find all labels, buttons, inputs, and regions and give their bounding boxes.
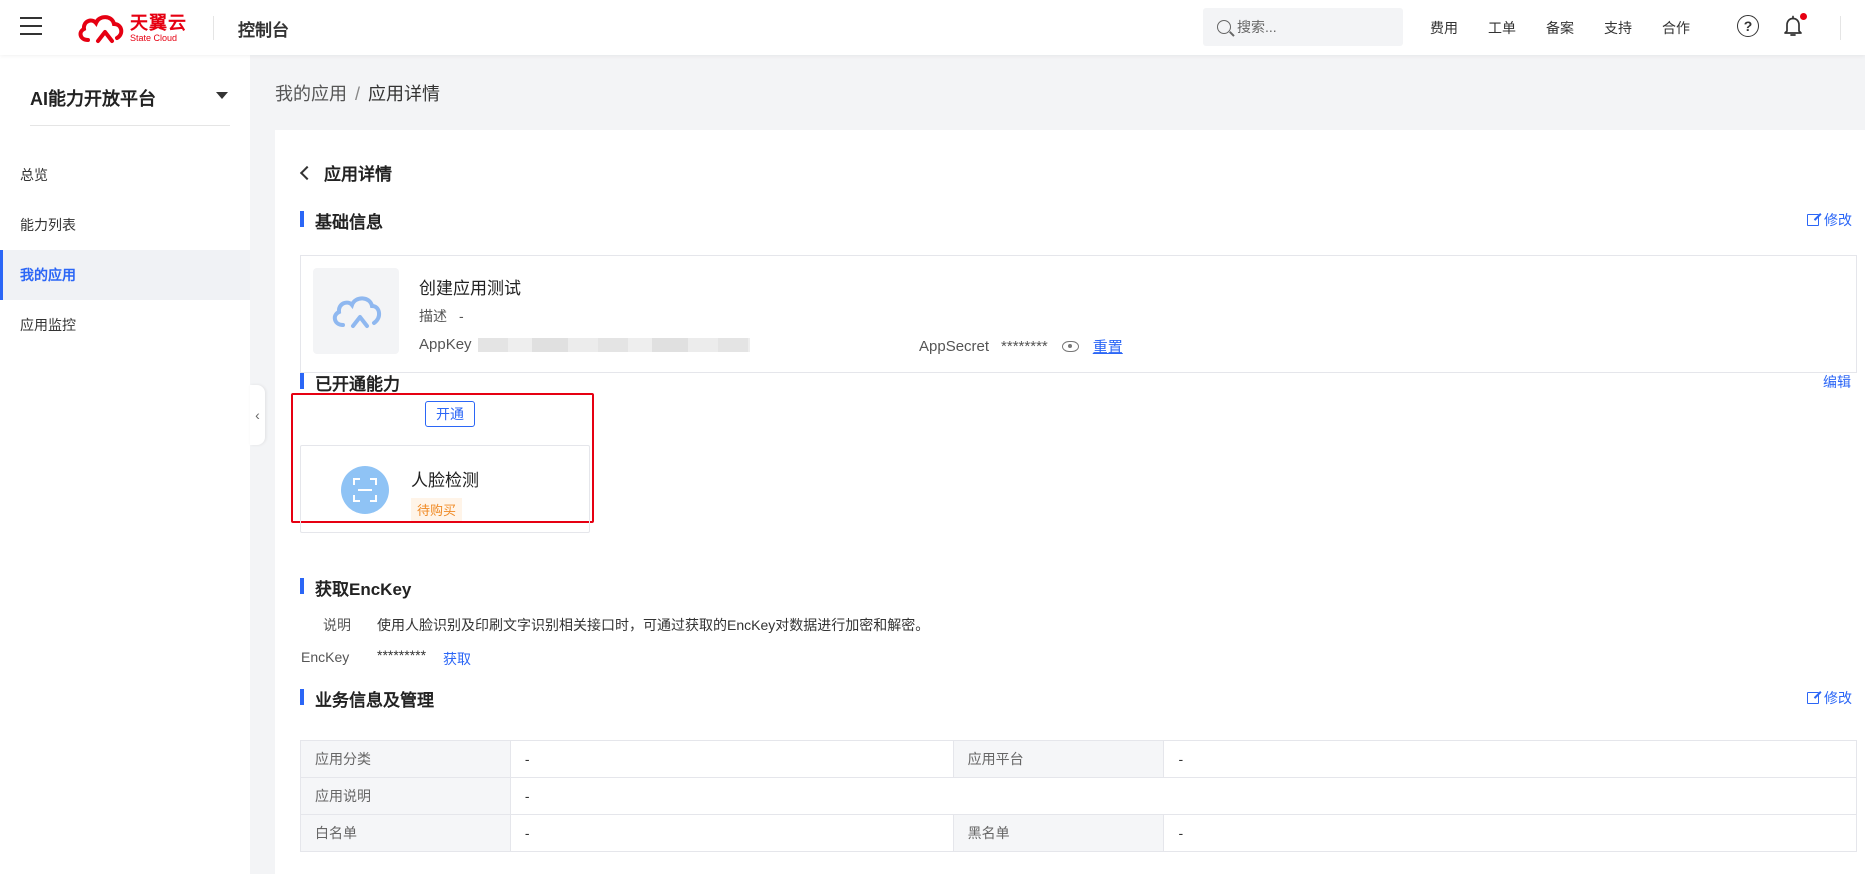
app-logo [313, 268, 399, 354]
appkey-row: AppKey [419, 336, 750, 353]
sidebar-item-capability-list[interactable]: 能力列表 [0, 200, 250, 250]
app-info-card: 创建应用测试 描述 - AppKey AppSecret ******** 重置 [300, 255, 1857, 373]
sidebar-item-my-apps[interactable]: 我的应用 [0, 250, 250, 300]
table-cell-label: 白名单 [300, 814, 511, 852]
enckey-value: ********* [377, 647, 427, 663]
section-title-basic: 基础信息 [300, 208, 383, 233]
nav-cooperation[interactable]: 合作 [1662, 18, 1690, 38]
nav-billing[interactable]: 费用 [1430, 18, 1458, 38]
table-cell-label: 应用分类 [300, 740, 511, 778]
help-icon[interactable]: ? [1737, 15, 1759, 37]
caret-down-icon[interactable] [216, 92, 228, 99]
get-enckey-link[interactable]: 获取 [443, 649, 471, 669]
header-divider-right [1840, 16, 1841, 40]
edit-business-button[interactable]: 修改 [1807, 688, 1852, 708]
cloud-logo-icon [78, 15, 124, 43]
sidebar: AI能力开放平台 总览 能力列表 我的应用 应用监控 [0, 55, 250, 874]
face-scan-icon [341, 466, 389, 514]
table-row: 应用分类 - 应用平台 - [300, 740, 1857, 778]
capability-status-badge: 待购买 [411, 498, 463, 521]
edit-business-label: 修改 [1824, 690, 1852, 706]
section-title-enckey: 获取EncKey [300, 575, 411, 600]
breadcrumb-separator: / [355, 84, 361, 104]
table-cell-label: 黑名单 [952, 814, 1165, 852]
notification-dot [1800, 13, 1807, 20]
sidebar-divider [30, 125, 230, 126]
capability-card[interactable]: 人脸检测 待购买 [300, 445, 590, 533]
table-cell-value: - [509, 777, 1858, 815]
logo-text-cn: 天翼云 [130, 12, 187, 33]
header-nav: 费用 工单 备案 支持 合作 [1430, 18, 1720, 38]
edit-basic-button[interactable]: 修改 [1807, 210, 1852, 230]
platform-selector[interactable]: AI能力开放平台 [30, 85, 230, 111]
table-cell-label: 应用说明 [300, 777, 511, 815]
enckey-desc-text: 使用人脸识别及印刷文字识别相关接口时，可通过获取的EncKey对数据进行加密和解… [377, 617, 930, 633]
console-title[interactable]: 控制台 [238, 16, 289, 41]
desc-value: - [459, 308, 464, 324]
chevron-left-icon [299, 165, 315, 180]
breadcrumb: 我的应用 / 应用详情 [275, 80, 440, 106]
top-header: 天翼云 State Cloud 控制台 费用 工单 备案 支持 合作 ? [0, 0, 1865, 55]
edit-icon [1807, 692, 1819, 704]
breadcrumb-current: 应用详情 [368, 84, 441, 104]
hamburger-menu-icon[interactable] [20, 17, 42, 35]
eye-icon[interactable] [1061, 341, 1079, 352]
state-cloud-logo[interactable]: 天翼云 State Cloud [76, 12, 187, 44]
edit-icon [1807, 214, 1819, 226]
logo-text-en: State Cloud [130, 32, 178, 43]
nav-filing[interactable]: 备案 [1546, 18, 1574, 38]
table-cell-value: - [1163, 740, 1857, 778]
app-detail-panel: 应用详情 基础信息 修改 创建应用测试 描述 - AppKey AppSecret… [275, 130, 1865, 874]
app-name: 创建应用测试 [419, 279, 521, 298]
search-input[interactable] [1237, 19, 1397, 35]
open-capability-button[interactable]: 开通 [425, 401, 475, 427]
appsecret-value: ******** [1001, 338, 1048, 355]
table-cell-value: - [1163, 814, 1857, 852]
appsecret-row: AppSecret ******** 重置 [919, 336, 1123, 357]
section-title-capabilities: 已开通能力 [300, 370, 400, 395]
table-row: 应用说明 - [300, 777, 1858, 815]
back-button[interactable]: 应用详情 [299, 160, 392, 185]
edit-capabilities-button[interactable]: 编辑 [1823, 372, 1851, 392]
breadcrumb-my-apps[interactable]: 我的应用 [275, 84, 347, 104]
table-cell-value: - [509, 740, 954, 778]
desc-label: 描述 [419, 308, 447, 324]
enckey-label: EncKey [301, 649, 350, 665]
page-title: 应用详情 [324, 165, 392, 184]
enckey-desc-label: 说明 [323, 617, 351, 633]
header-divider [213, 16, 214, 40]
sidebar-item-overview[interactable]: 总览 [0, 150, 250, 200]
appkey-masked-value [477, 337, 750, 352]
app-description: 描述 - [419, 306, 464, 326]
reset-secret-link[interactable]: 重置 [1093, 336, 1123, 357]
appkey-label: AppKey [419, 336, 472, 353]
search-box[interactable] [1203, 8, 1403, 46]
cloud-upload-icon [332, 296, 381, 328]
business-info-table: 应用分类 - 应用平台 - 应用说明 - 白名单 - 黑名单 - [300, 740, 1858, 852]
appsecret-label: AppSecret [919, 338, 990, 355]
table-cell-value: - [509, 814, 954, 852]
capability-name: 人脸检测 [411, 471, 479, 490]
sidebar-item-app-monitor[interactable]: 应用监控 [0, 300, 250, 350]
nav-support[interactable]: 支持 [1604, 18, 1632, 38]
nav-ticket[interactable]: 工单 [1488, 18, 1516, 38]
table-row: 白名单 - 黑名单 - [300, 814, 1857, 852]
sidebar-collapse-icon[interactable]: ‹ [250, 385, 265, 445]
search-icon [1217, 20, 1231, 34]
table-cell-label: 应用平台 [952, 740, 1165, 778]
section-title-business: 业务信息及管理 [300, 686, 434, 711]
edit-basic-label: 修改 [1824, 212, 1852, 228]
